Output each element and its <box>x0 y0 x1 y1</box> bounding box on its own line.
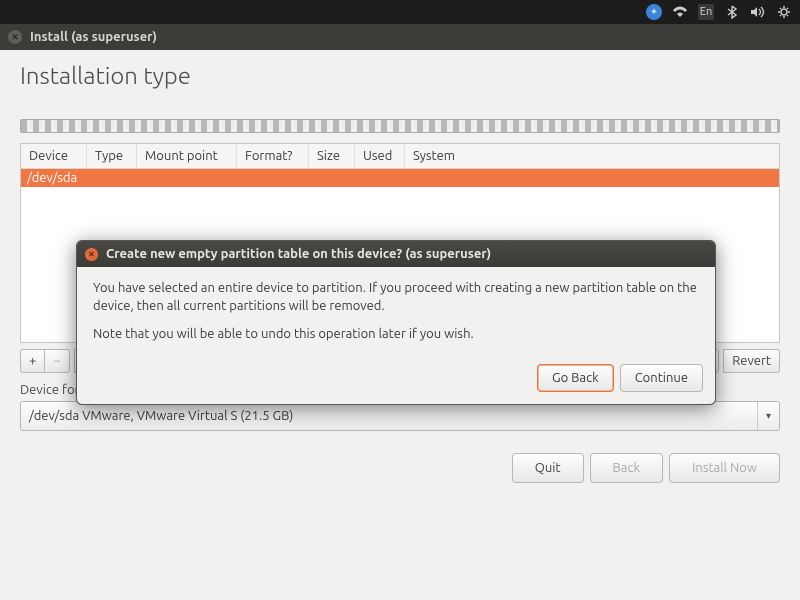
col-mountpoint[interactable]: Mount point <box>137 144 237 168</box>
window-title-text: Install (as superuser) <box>30 30 157 44</box>
wizard-footer: Quit Back Install Now <box>20 453 780 483</box>
bootloader-device-select[interactable]: /dev/sda VMware, VMware Virtual S (21.5 … <box>20 401 780 431</box>
table-header-row: Device Type Mount point Format? Size Use… <box>21 144 779 169</box>
table-row-selected[interactable]: /dev/sda <box>21 169 779 187</box>
dialog-body: You have selected an entire device to pa… <box>77 267 715 356</box>
dialog-titlebar: ✕ Create new empty partition table on th… <box>77 241 715 267</box>
volume-icon[interactable] <box>750 4 766 20</box>
install-now-button: Install Now <box>669 453 780 483</box>
dialog-title-text: Create new empty partition table on this… <box>106 247 491 261</box>
bluetooth-icon[interactable] <box>724 4 740 20</box>
page-title: Installation type <box>20 62 780 89</box>
window-titlebar: ✕ Install (as superuser) <box>0 24 800 50</box>
disk-allocation-bar <box>20 119 780 133</box>
go-back-button[interactable]: Go Back <box>537 364 614 392</box>
accessibility-icon[interactable]: ✦ <box>646 4 662 20</box>
col-format[interactable]: Format? <box>237 144 309 168</box>
window-close-icon[interactable]: ✕ <box>8 30 22 44</box>
wifi-icon[interactable] <box>672 4 688 20</box>
language-indicator[interactable]: En <box>698 4 714 20</box>
col-type[interactable]: Type <box>87 144 137 168</box>
add-partition-button[interactable]: + <box>20 349 45 373</box>
dialog-paragraph-1: You have selected an entire device to pa… <box>93 279 699 315</box>
bootloader-selected-value: /dev/sda VMware, VMware Virtual S (21.5 … <box>29 409 293 423</box>
system-topbar: ✦ En <box>0 0 800 24</box>
revert-button[interactable]: Revert <box>723 349 780 373</box>
remove-partition-button: − <box>44 349 69 373</box>
dialog-paragraph-2: Note that you will be able to undo this … <box>93 325 699 343</box>
col-device[interactable]: Device <box>21 144 87 168</box>
settings-gear-icon[interactable] <box>776 4 792 20</box>
col-used[interactable]: Used <box>355 144 405 168</box>
dialog-close-icon[interactable]: ✕ <box>85 248 98 261</box>
col-size[interactable]: Size <box>309 144 355 168</box>
chevron-down-icon: ▾ <box>757 402 771 430</box>
col-system[interactable]: System <box>405 144 779 168</box>
quit-button[interactable]: Quit <box>512 453 584 483</box>
back-button: Back <box>590 453 664 483</box>
continue-button[interactable]: Continue <box>620 364 703 392</box>
dialog-actions: Go Back Continue <box>77 356 715 404</box>
confirm-dialog: ✕ Create new empty partition table on th… <box>76 240 716 405</box>
